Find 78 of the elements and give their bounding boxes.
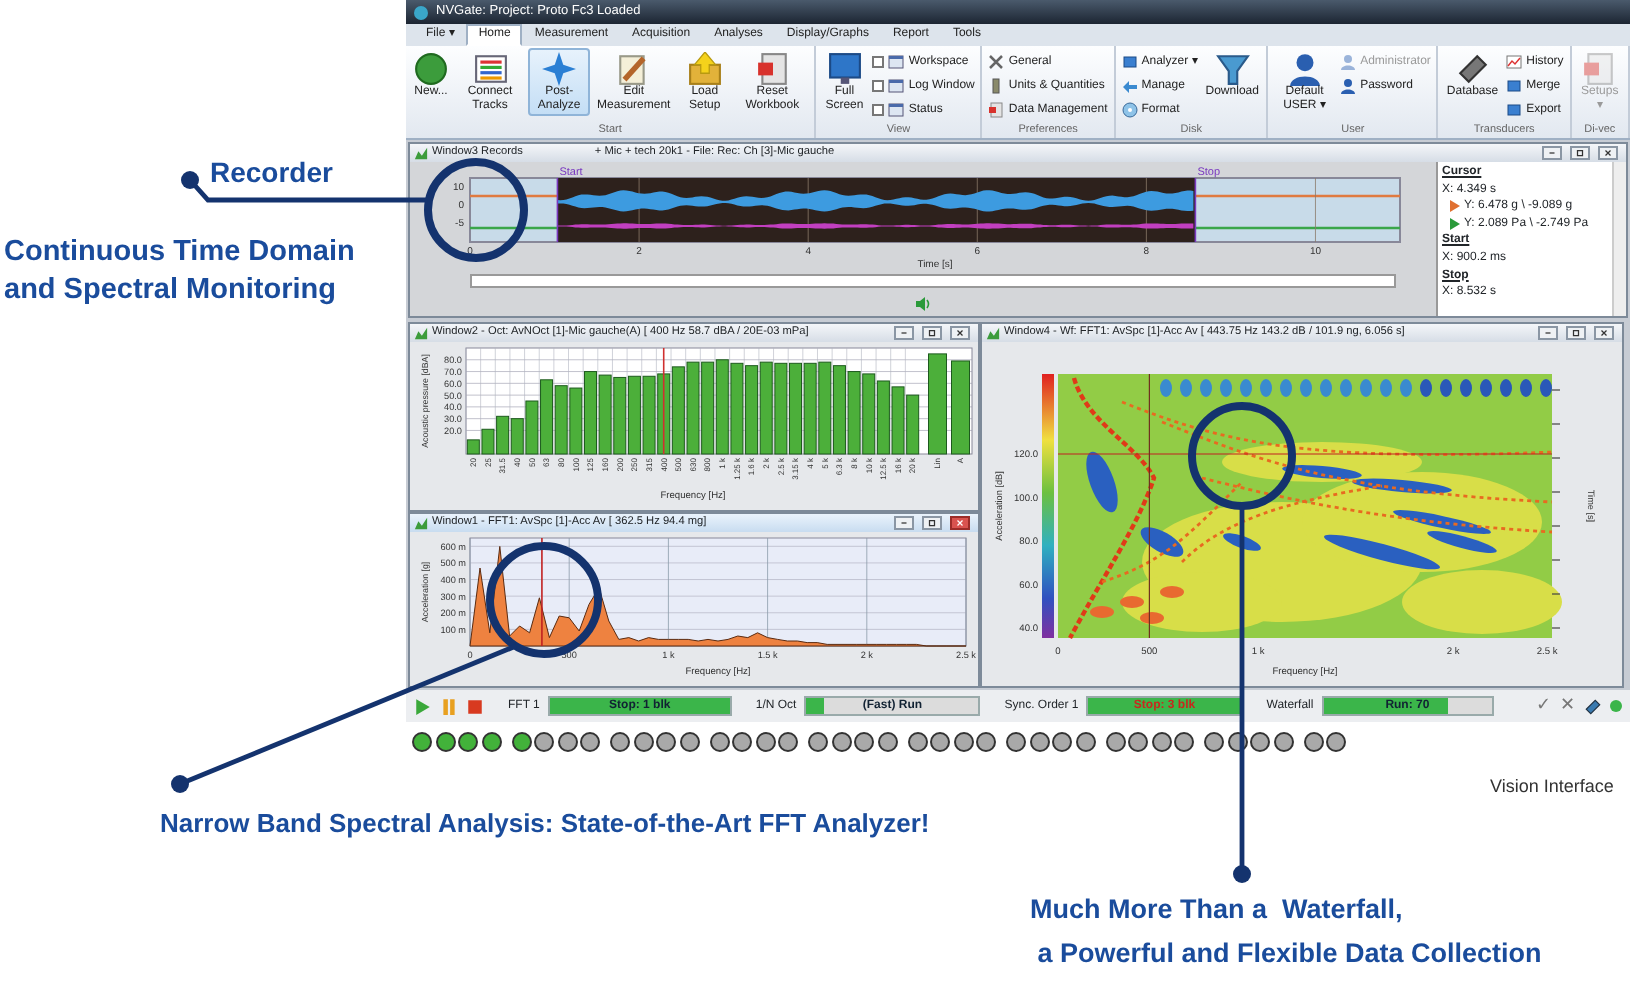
- monitor-icon: [827, 52, 862, 86]
- maximize-icon: [926, 328, 938, 338]
- window-icon: [888, 53, 905, 69]
- callout-text: Narrow Band Spectral Analysis: State-of-the-Art FFT Analyzer!: [160, 806, 930, 842]
- app-icon: [414, 5, 428, 19]
- scrollbar[interactable]: [470, 274, 1396, 288]
- minimize-button[interactable]: [1542, 146, 1562, 160]
- play-icon[interactable]: [414, 697, 432, 715]
- chart-icon: [986, 326, 1000, 340]
- callout-text: Recorder: [210, 154, 333, 192]
- maximize-button[interactable]: [922, 326, 942, 340]
- scrollbar[interactable]: [1612, 162, 1626, 316]
- checkbox[interactable]: [872, 55, 885, 67]
- funnel-icon: [1215, 52, 1250, 86]
- checkbox[interactable]: [872, 79, 885, 91]
- close-button[interactable]: [950, 516, 970, 530]
- window-icon: [888, 77, 905, 93]
- close-icon: [954, 328, 966, 338]
- cursor-line: [662, 347, 665, 455]
- document-icon: [755, 52, 790, 86]
- checkbox[interactable]: [872, 103, 885, 115]
- box-icon: [1506, 77, 1523, 93]
- pencil-icon: [616, 52, 651, 86]
- minimize-button[interactable]: [1538, 326, 1558, 340]
- highlight-circle: [1188, 402, 1296, 510]
- highlight-circle: [424, 158, 528, 262]
- callout-text: Vision Interface: [1490, 774, 1614, 800]
- chart-icon: [414, 326, 428, 340]
- maximize-button[interactable]: [1566, 326, 1586, 340]
- cursor-line: [541, 537, 543, 647]
- close-icon: [1598, 328, 1610, 338]
- list-icon: [473, 52, 507, 86]
- highlight-circle: [486, 542, 602, 658]
- disc-icon: [1121, 101, 1138, 117]
- user-icon: [1287, 52, 1322, 86]
- status-mark: ✓: [1536, 692, 1552, 719]
- callout-text: Much More Than a Waterfall, a Powerful and Flexible Data Collection: [1030, 892, 1542, 972]
- close-button[interactable]: [1594, 326, 1614, 340]
- speaker-icon: [914, 296, 932, 312]
- close-button[interactable]: [1598, 146, 1618, 160]
- minimize-button[interactable]: [894, 326, 914, 340]
- tools-icon: [988, 53, 1005, 69]
- circle-icon: [414, 52, 448, 86]
- chart-bar: [928, 353, 947, 455]
- chart-icon: [414, 516, 428, 530]
- sensor-icon: [1455, 52, 1490, 86]
- maximize-button[interactable]: [1570, 146, 1590, 160]
- close-button[interactable]: [950, 326, 970, 340]
- maximize-button[interactable]: [922, 516, 942, 530]
- arrows-icon: [1121, 77, 1138, 93]
- box-icon: [1121, 53, 1138, 69]
- document-icon: [988, 101, 1005, 117]
- maximize-icon: [1574, 148, 1586, 158]
- minimize-icon: [898, 518, 910, 528]
- close-icon: [1602, 148, 1614, 158]
- chart-bar: [951, 360, 970, 455]
- sensor-icon: [1584, 697, 1602, 715]
- marker-line: [556, 177, 559, 243]
- maximize-icon: [1570, 328, 1582, 338]
- document-icon: [1582, 52, 1617, 86]
- window-icon: [888, 101, 905, 117]
- star-icon: [542, 52, 577, 86]
- maximize-icon: [926, 518, 938, 528]
- box-icon: [1506, 101, 1523, 117]
- status-dot: [1610, 700, 1622, 712]
- stop-icon[interactable]: [466, 697, 484, 715]
- folder-icon: [687, 52, 722, 86]
- marker-line: [1194, 177, 1197, 243]
- minimize-icon: [1542, 328, 1554, 338]
- callout-text: Continuous Time Domain and Spectral Monitoring: [4, 234, 355, 310]
- minimize-icon: [1546, 148, 1558, 158]
- user-icon: [1340, 77, 1357, 93]
- user-icon: [1340, 53, 1357, 69]
- minimize-icon: [898, 328, 910, 338]
- chart-icon: [1506, 53, 1523, 69]
- minimize-button[interactable]: [894, 516, 914, 530]
- close-icon: [954, 518, 966, 528]
- status-mark: ✕: [1560, 692, 1576, 719]
